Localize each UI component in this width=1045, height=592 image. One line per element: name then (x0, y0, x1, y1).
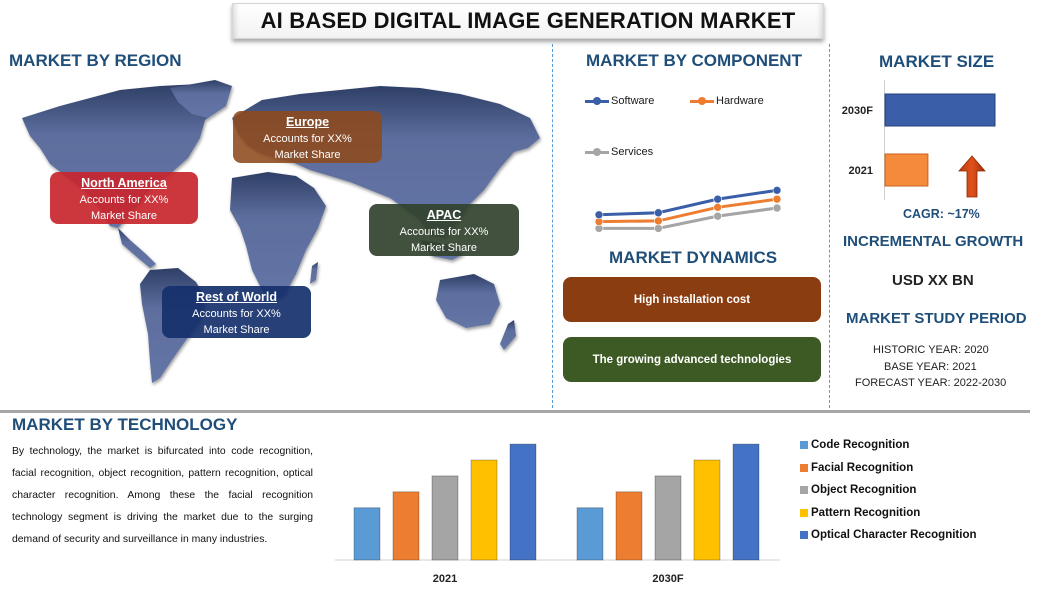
tick-label-2021: 2021 (433, 573, 457, 585)
point-services (772, 203, 782, 213)
legend-swatch (800, 441, 808, 450)
region-name: North America (81, 176, 167, 190)
dynamics-driver: The growing advanced technologies (563, 337, 821, 382)
forecast-year: FORECAST YEAR: 2022-2030 (855, 377, 1007, 389)
region-share: Accounts for XX% (192, 308, 281, 320)
region-share-label: Market Share (274, 149, 341, 161)
legend-item-software: Software (585, 95, 654, 107)
bar-2021 (884, 153, 929, 187)
legend-label: Hardware (716, 95, 764, 107)
incremental-growth-heading: INCREMENTAL GROWTH (843, 233, 1024, 250)
bar-2030f (884, 93, 996, 127)
legend-label: Optical Character Recognition (811, 529, 977, 542)
region-share: Accounts for XX% (79, 194, 169, 206)
divider-left (552, 44, 553, 408)
point-hardware (772, 194, 782, 204)
bar-code-recognition-2030f (576, 507, 604, 561)
region-box-apac: APAC Accounts for XX% Market Share (369, 204, 519, 256)
legend-item-object-recognition: Object Recognition (800, 479, 977, 502)
bar-object-recognition-2021 (431, 475, 459, 561)
island-new-zealand (500, 320, 516, 350)
bar-facial-recognition-2030f (615, 491, 643, 561)
region-heading: MARKET BY REGION (9, 51, 182, 70)
region-share-label: Market Share (410, 242, 478, 254)
legend-item-hardware: Hardware (690, 95, 764, 107)
legend-item-pattern-recognition: Pattern Recognition (800, 502, 977, 525)
historic-year: HISTORIC YEAR: 2020 (873, 344, 989, 356)
legend-swatch (800, 463, 808, 472)
island-madagascar (310, 262, 318, 284)
point-hardware (654, 216, 663, 226)
legend-item-optical-character-recognition: Optical Character Recognition (800, 524, 977, 547)
base-year: BASE YEAR: 2021 (884, 361, 977, 373)
technology-description: By technology, the market is bifurcated … (12, 446, 313, 545)
point-software (772, 186, 782, 195)
bar-pattern-recognition-2021 (470, 459, 498, 561)
technology-bar-chart: 2021 2030F (335, 443, 780, 585)
cagr-value: CAGR: ~17% (903, 207, 980, 221)
legend-label: Facial Recognition (811, 461, 914, 474)
bar-optical-character-recognition-2021 (509, 443, 537, 561)
region-box-north-america: North America Accounts for XX% Market Sh… (50, 172, 198, 224)
continent-central-america (118, 228, 156, 268)
line-services (599, 206, 778, 230)
legend-swatch-software (585, 96, 609, 105)
legend-label: Software (611, 95, 655, 107)
bar-facial-recognition-2021 (392, 491, 420, 561)
legend-label: Code Recognition (811, 439, 910, 452)
study-period-heading: MARKET STUDY PERIOD (846, 310, 1027, 327)
technology-legend: Code Recognition Facial Recognition Object… (800, 434, 977, 547)
point-services (654, 224, 663, 233)
point-software (654, 208, 663, 218)
point-software (594, 210, 604, 220)
bar-optical-character-recognition-2030f (732, 443, 760, 561)
legend-label: Pattern Recognition (811, 506, 921, 519)
region-name: Europe (285, 115, 330, 129)
divider-horizontal (0, 410, 1030, 413)
market-size-bar-chart: 2030F 2021 (842, 93, 996, 187)
dynamics-label: The growing advanced technologies (592, 353, 792, 366)
market-size-heading: MARKET SIZE (879, 52, 995, 71)
bar-pattern-recognition-2030f (693, 459, 721, 561)
dynamics-restraint: High installation cost (563, 277, 821, 322)
bar-code-recognition-2021 (353, 507, 381, 561)
region-name: APAC (426, 208, 462, 222)
up-arrow-icon (958, 155, 986, 198)
tick-label-2021: 2021 (849, 165, 873, 177)
region-share: Accounts for XX% (263, 133, 352, 145)
legend-item-code-recognition: Code Recognition (800, 434, 977, 457)
title-banner: AI BASED DIGITAL IMAGE GENERATION MARKET (232, 3, 824, 39)
region-box-europe: Europe Accounts for XX% Market Share (233, 111, 382, 163)
legend-swatch-hardware (690, 96, 714, 105)
dynamics-heading: MARKET DYNAMICS (609, 248, 778, 267)
page-title: AI BASED DIGITAL IMAGE GENERATION MARKET (260, 8, 796, 33)
legend-label: Object Recognition (811, 484, 917, 497)
component-heading: MARKET BY COMPONENT (586, 51, 802, 70)
component-line-chart (594, 186, 782, 233)
legend-swatch-services (585, 147, 609, 156)
point-hardware (713, 203, 722, 212)
legend-swatch (800, 486, 808, 495)
legend-swatch (800, 531, 808, 540)
legend-label: Services (611, 146, 654, 158)
point-services (713, 211, 722, 221)
legend-item-services: Services (585, 146, 653, 158)
region-share-label: Market Share (203, 324, 270, 336)
region-name: Rest of World (195, 290, 278, 304)
technology-heading: MARKET BY TECHNOLOGY (12, 415, 238, 434)
tick-label-2030f: 2030F (842, 105, 873, 117)
region-share-label: Market Share (90, 210, 158, 222)
bar-object-recognition-2030f (654, 475, 682, 561)
continent-australia (436, 274, 500, 328)
region-share: Accounts for XX% (399, 226, 489, 238)
series-services (594, 203, 782, 233)
dynamics-label: High installation cost (633, 293, 751, 306)
tick-label-2030f: 2030F (652, 573, 683, 585)
point-software (713, 194, 722, 204)
legend-swatch (800, 508, 808, 517)
component-legend: Software Hardware Services (585, 92, 815, 162)
region-box-rest-of-world: Rest of World Accounts for XX% Market Sh… (162, 286, 311, 338)
legend-item-facial-recognition: Facial Recognition (800, 457, 977, 480)
incremental-growth-value: USD XX BN (892, 272, 974, 289)
